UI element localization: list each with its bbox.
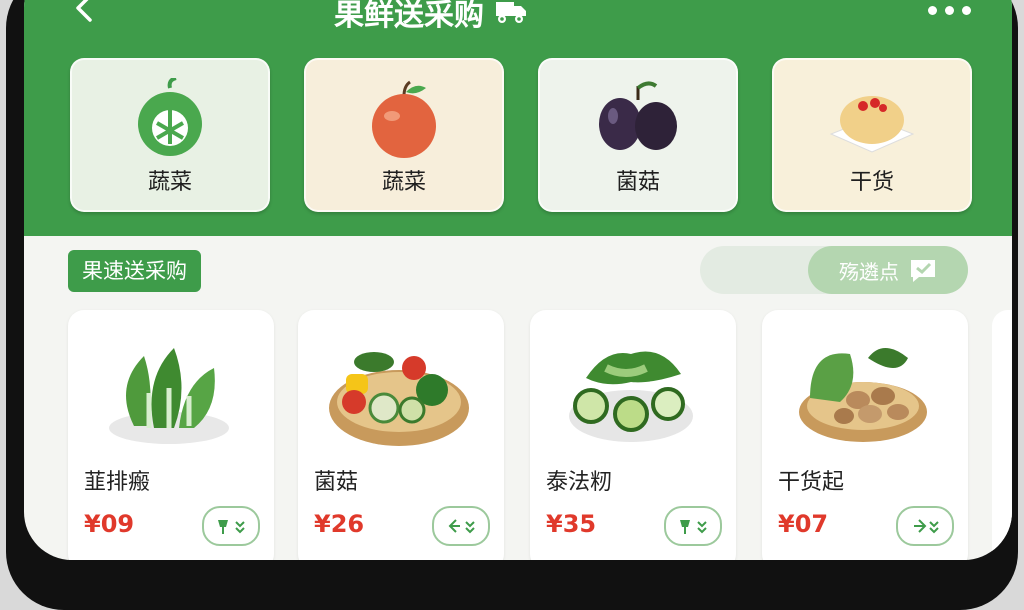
- delivery-truck-icon: [496, 2, 526, 23]
- add-to-cart-button[interactable]: [664, 506, 722, 546]
- product-name: 泰法籾: [546, 470, 613, 495]
- cart-icon: [680, 520, 707, 534]
- bun-icon: [829, 96, 915, 153]
- checklist-icon: [911, 260, 935, 282]
- back-button[interactable]: [68, 0, 104, 26]
- vegetable-basket-image: [329, 352, 469, 446]
- mushroom-basket-image: [799, 348, 927, 442]
- chevron-left-icon: [76, 0, 92, 22]
- category-label: 蔬菜: [147, 170, 192, 195]
- dot-icon: [928, 5, 937, 15]
- phone-frame: 果鲜送采购 蔬菜 蔬菜 菌菇 干货 果速送采购 殇遴点 韮排瘢 ¥09 菌菇 ¥…: [6, 0, 1018, 610]
- filter-label: 殇遴点: [839, 259, 899, 284]
- category-dry-goods[interactable]: 干货: [772, 58, 972, 212]
- product-price: ¥09: [84, 510, 135, 538]
- cart-icon: [914, 519, 939, 534]
- product-price: ¥26: [314, 510, 365, 538]
- product-price: ¥35: [546, 510, 597, 538]
- app-screen: 果鲜送采购 蔬菜 蔬菜 菌菇 干货 果速送采购 殇遴点 韮排瘢 ¥09 菌菇 ¥…: [24, 0, 1012, 560]
- page-title-wrap: 果鲜送采购: [334, 0, 528, 33]
- more-menu-button[interactable]: [928, 2, 976, 18]
- cart-icon: [448, 519, 475, 534]
- apple-icon: [372, 80, 436, 158]
- plum-icon: [599, 81, 677, 150]
- cart-icon: [218, 520, 245, 534]
- category-label: 蔬菜: [381, 170, 426, 195]
- product-card[interactable]: 泰法籾 ¥35: [530, 310, 736, 560]
- add-to-cart-button[interactable]: [896, 506, 954, 546]
- section-tag: 果速送采购: [68, 250, 201, 292]
- product-card[interactable]: 菌菇 ¥26: [298, 310, 504, 560]
- category-mushroom[interactable]: 菌菇: [538, 58, 738, 212]
- add-to-cart-button[interactable]: [432, 506, 490, 546]
- category-vegetables[interactable]: 蔬菜: [70, 58, 270, 212]
- category-row: 蔬菜 蔬菜 菌菇 干货: [70, 58, 972, 214]
- product-card[interactable]: 干货起 ¥07: [762, 310, 968, 560]
- product-card-partial[interactable]: [992, 310, 1012, 560]
- category-label: 菌菇: [615, 170, 660, 195]
- product-card[interactable]: 韮排瘢 ¥09: [68, 310, 274, 560]
- green-fruit-icon: [138, 78, 202, 156]
- category-fruit[interactable]: 蔬菜: [304, 58, 504, 212]
- product-name: 菌菇: [314, 470, 359, 495]
- dot-icon: [962, 5, 971, 15]
- product-name: 干货起: [778, 470, 845, 495]
- bok-choy-image: [109, 348, 229, 444]
- product-name: 韮排瘢: [84, 470, 151, 495]
- dot-icon: [945, 5, 954, 15]
- filter-button[interactable]: 殇遴点: [808, 246, 968, 294]
- category-label: 干货: [849, 170, 894, 195]
- page-title: 果鲜送采购: [334, 0, 484, 33]
- cucumber-salad-image: [569, 351, 693, 442]
- product-price: ¥07: [778, 510, 829, 538]
- filter-bar[interactable]: 殇遴点: [700, 246, 968, 294]
- add-to-cart-button[interactable]: [202, 506, 260, 546]
